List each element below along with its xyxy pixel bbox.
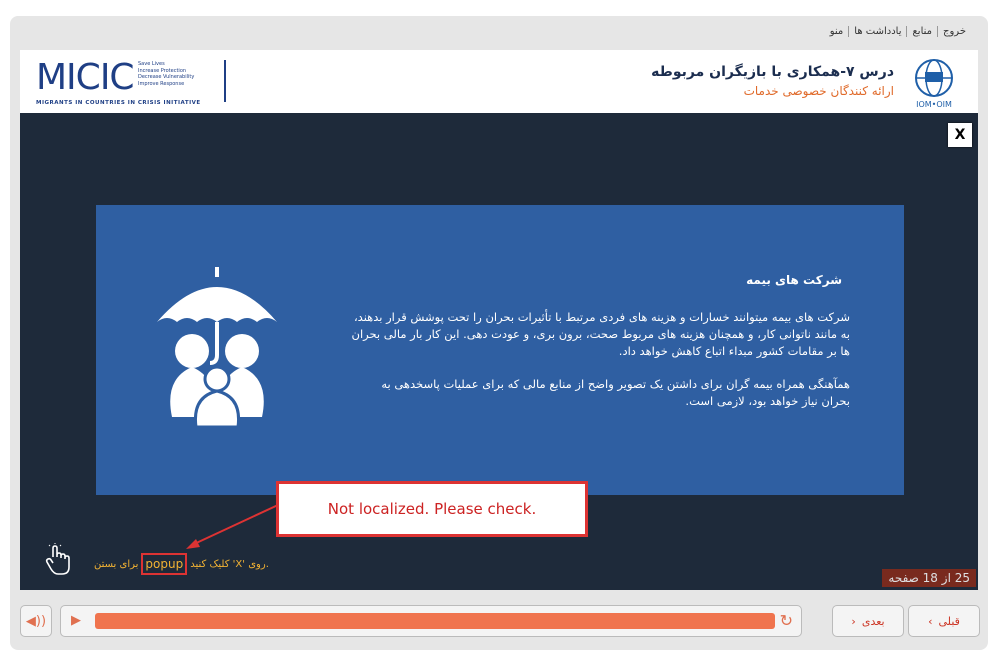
lesson-title: درس ۷-همکاری با بازیگران مربوطه (651, 64, 894, 80)
localization-note: Not localized. Please check. (276, 481, 588, 537)
svg-text:IOM•OIM: IOM•OIM (916, 100, 952, 109)
micic-logo: MICIC Save Lives Increase Protection Dec… (36, 57, 201, 107)
iom-logo: IOM•OIM (906, 54, 962, 110)
next-button[interactable]: بعدی ‹ (832, 605, 904, 637)
progress-bar[interactable] (95, 613, 775, 629)
chevron-icon: › (928, 614, 933, 628)
chevron-icon: ‹ (851, 614, 856, 628)
nav-menu[interactable]: منو (825, 26, 849, 37)
speaker-icon: ◀)) (25, 613, 47, 629)
lesson-subtitle: ارائه کنندگان خصوصی خدمات (743, 84, 894, 98)
previous-button[interactable]: قبلی › (908, 605, 980, 637)
course-header: MICIC Save Lives Increase Protection Dec… (20, 50, 978, 113)
nav-resources[interactable]: منابع (906, 26, 937, 37)
close-button[interactable]: X (948, 123, 972, 147)
popup-body: شرکت های بیمه میتوانند خسارات و هزینه ها… (350, 309, 851, 426)
hand-pointer-icon (44, 543, 72, 577)
popup-title: شرکت های بیمه (746, 273, 842, 287)
popup-paragraph: همآهنگی همراه بیمه گران برای داشتن یک تص… (381, 377, 850, 408)
progress-container: ▶ ↻ (60, 605, 802, 637)
page-counter: 25 از 18 صفحه (882, 569, 976, 587)
info-popup: شرکت های بیمه شرکت های بیمه میتوانند خسا… (96, 205, 904, 495)
nav-notes[interactable]: یادداشت ها (848, 26, 906, 37)
close-instruction: برای بستن popup کلیک کنید 'X' روی. (94, 553, 269, 575)
top-nav: خروج منابع یادداشت ها منو (825, 26, 971, 37)
volume-button[interactable]: ◀)) (20, 605, 52, 637)
popup-paragraph: شرکت های بیمه میتوانند خسارات و هزینه ها… (351, 310, 851, 358)
popup-highlight: popup (141, 553, 188, 575)
player-controls: ◀)) ▶ ↻ بعدی ‹ قبلی › (20, 602, 980, 638)
replay-icon[interactable]: ↻ (780, 611, 793, 630)
nav-exit[interactable]: خروج (937, 26, 971, 37)
play-icon[interactable]: ▶ (71, 613, 81, 628)
content-stage: X شرکت های بیمه شرکت های بیمه میتوانند خ… (20, 113, 978, 590)
logo-divider (224, 60, 226, 102)
umbrella-family-icon (157, 267, 277, 427)
